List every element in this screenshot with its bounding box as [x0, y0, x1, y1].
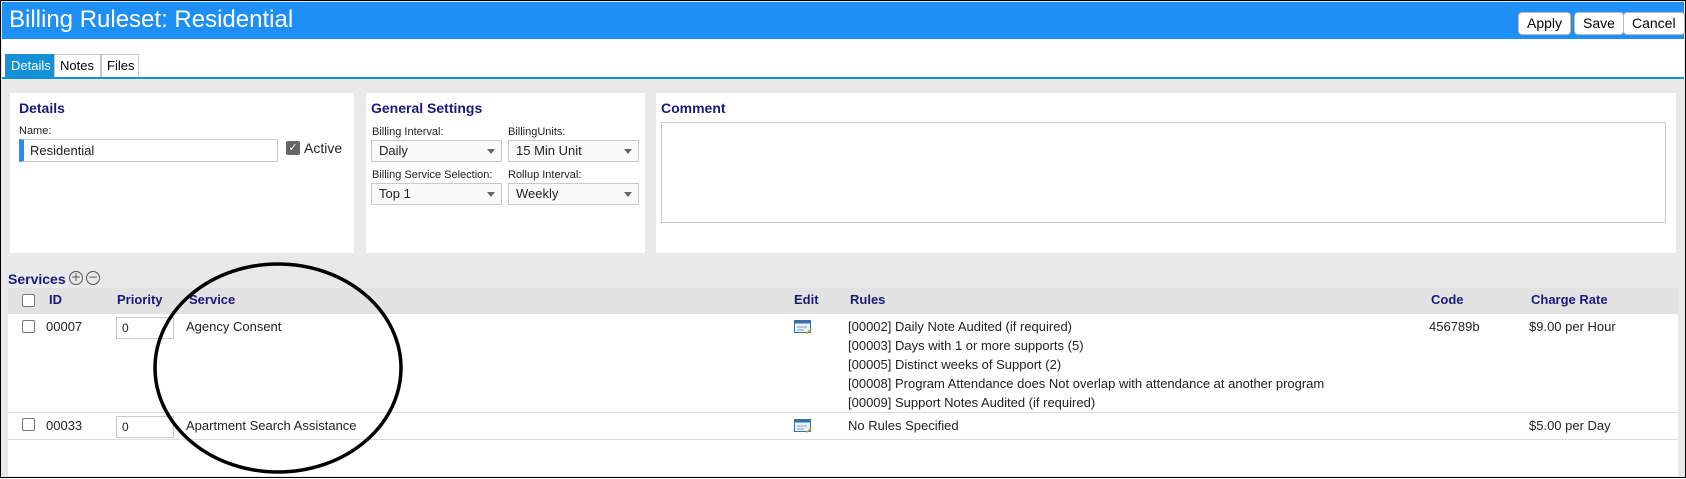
details-title: Details — [19, 100, 65, 116]
tab-underline — [2, 77, 1684, 79]
billing-units-select[interactable]: 15 Min Unit — [508, 140, 639, 162]
rollup-interval-select[interactable]: Weekly — [508, 183, 639, 205]
tab-notes[interactable]: Notes — [54, 54, 101, 77]
row-divider — [8, 439, 1678, 440]
rule-item: [00003] Days with 1 or more supports (5) — [848, 338, 1084, 353]
col-service[interactable]: Service — [189, 292, 235, 307]
col-edit: Edit — [794, 292, 819, 307]
service-selection-label: Billing Service Selection: — [372, 169, 493, 181]
title-bar: Billing Ruleset: Residential Apply Save … — [2, 2, 1685, 39]
comment-textarea[interactable] — [661, 122, 1666, 223]
rollup-interval-label: Rollup Interval: — [508, 169, 582, 181]
rollup-interval-value: Weekly — [516, 186, 559, 201]
chevron-down-icon — [487, 149, 495, 154]
col-code[interactable]: Code — [1431, 292, 1464, 307]
name-label: Name: — [19, 125, 52, 137]
remove-service-icon[interactable]: − — [86, 271, 100, 285]
row-code: 456789b — [1429, 319, 1480, 334]
page-title: Billing Ruleset: Residential — [9, 6, 294, 33]
comment-panel: Comment — [656, 93, 1676, 253]
billing-interval-value: Daily — [379, 143, 408, 158]
row-charge-rate: $5.00 per Day — [1529, 418, 1611, 433]
row-id: 00033 — [46, 418, 83, 433]
priority-input[interactable]: 0 — [116, 317, 174, 339]
edit-icon[interactable] — [794, 419, 812, 433]
table-header: ID Priority Service Edit Rules Code Char… — [8, 288, 1678, 314]
rule-item: [00005] Distinct weeks of Support (2) — [848, 357, 1062, 372]
row-checkbox[interactable] — [22, 320, 35, 333]
row-service: Agency Consent — [186, 319, 282, 334]
active-checkbox[interactable]: ✓ — [286, 141, 300, 155]
tab-details[interactable]: Details — [5, 54, 54, 77]
edit-icon[interactable] — [794, 320, 812, 334]
chevron-down-icon — [624, 149, 632, 154]
save-button[interactable]: Save — [1574, 12, 1624, 35]
general-settings-panel: General Settings Billing Interval: Daily… — [366, 93, 645, 253]
add-service-icon[interactable]: + — [69, 271, 83, 285]
active-label: Active — [304, 140, 343, 156]
rule-item: [00009] Support Notes Audited (if requir… — [848, 395, 1096, 410]
col-charge-rate[interactable]: Charge Rate — [1531, 292, 1608, 307]
tab-bar: Details Notes Files — [2, 39, 1684, 79]
billing-units-label: BillingUnits: — [508, 126, 566, 138]
services-title: Services — [8, 271, 66, 287]
app-window: Billing Ruleset: Residential Apply Save … — [0, 0, 1686, 478]
cancel-button[interactable]: Cancel — [1623, 12, 1685, 35]
tab-files[interactable]: Files — [101, 54, 139, 77]
comment-title: Comment — [661, 100, 726, 116]
row-service: Apartment Search Assistance — [186, 418, 357, 433]
row-charge-rate: $9.00 per Hour — [1529, 319, 1616, 334]
select-all-checkbox[interactable] — [22, 294, 35, 307]
name-input[interactable]: Residential — [19, 139, 278, 162]
apply-button[interactable]: Apply — [1518, 12, 1572, 35]
chevron-down-icon — [624, 192, 632, 197]
rule-item: [00008] Program Attendance does Not over… — [848, 376, 1325, 391]
row-divider — [8, 412, 1678, 413]
details-panel: Details Name: Residential ✓ Active — [10, 93, 354, 253]
row-id: 00007 — [46, 319, 83, 334]
general-settings-title: General Settings — [371, 100, 483, 116]
col-id[interactable]: ID — [49, 292, 62, 307]
col-priority[interactable]: Priority — [117, 292, 163, 307]
priority-input[interactable]: 0 — [116, 416, 174, 438]
col-rules[interactable]: Rules — [850, 292, 885, 307]
row-checkbox[interactable] — [22, 418, 35, 431]
billing-interval-label: Billing Interval: — [372, 126, 444, 138]
rule-item: No Rules Specified — [848, 418, 959, 433]
billing-interval-select[interactable]: Daily — [371, 140, 502, 162]
rule-item: [00002] Daily Note Audited (if required) — [848, 319, 1073, 334]
chevron-down-icon — [487, 192, 495, 197]
checkmark-icon: ✓ — [288, 141, 298, 154]
services-table: ID Priority Service Edit Rules Code Char… — [8, 288, 1678, 476]
billing-units-value: 15 Min Unit — [516, 143, 582, 158]
service-selection-value: Top 1 — [379, 186, 411, 201]
service-selection-select[interactable]: Top 1 — [371, 183, 502, 205]
